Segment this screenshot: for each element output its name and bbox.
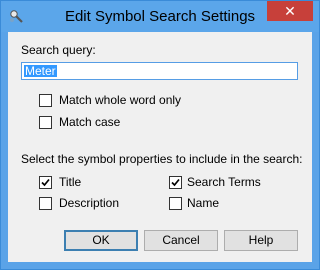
match-whole-word-checkbox[interactable] [39,94,52,107]
title-checkbox[interactable] [39,176,52,189]
search-query-label: Search query: [21,43,96,57]
description-label: Description [59,196,120,210]
properties-label: Select the symbol properties to include … [21,152,303,166]
search-terms-checkbox[interactable] [169,176,182,189]
search-terms-label: Search Terms [187,175,261,189]
match-whole-word-label: Match whole word only [59,93,182,107]
name-label: Name [187,196,220,210]
match-case-label: Match case [59,115,121,129]
ok-button[interactable]: OK [64,230,138,251]
name-checkbox[interactable] [169,197,182,210]
match-case-checkbox[interactable] [39,116,52,129]
help-button[interactable]: Help [224,230,298,251]
description-checkbox[interactable] [39,197,52,210]
dialog-window: Edit Symbol Search Settings ✕ Search que… [0,0,320,270]
close-button[interactable]: ✕ [267,1,313,21]
search-query-input[interactable]: Meter [21,62,298,80]
checkmark-icon [171,178,180,187]
checkmark-icon [41,178,50,187]
title-label: Title [59,175,82,189]
cancel-button[interactable]: Cancel [144,230,218,251]
search-query-value: Meter [24,64,57,78]
dialog-body: Search query: Meter Match whole word onl… [8,32,312,262]
title-bar[interactable]: Edit Symbol Search Settings ✕ [1,1,319,32]
